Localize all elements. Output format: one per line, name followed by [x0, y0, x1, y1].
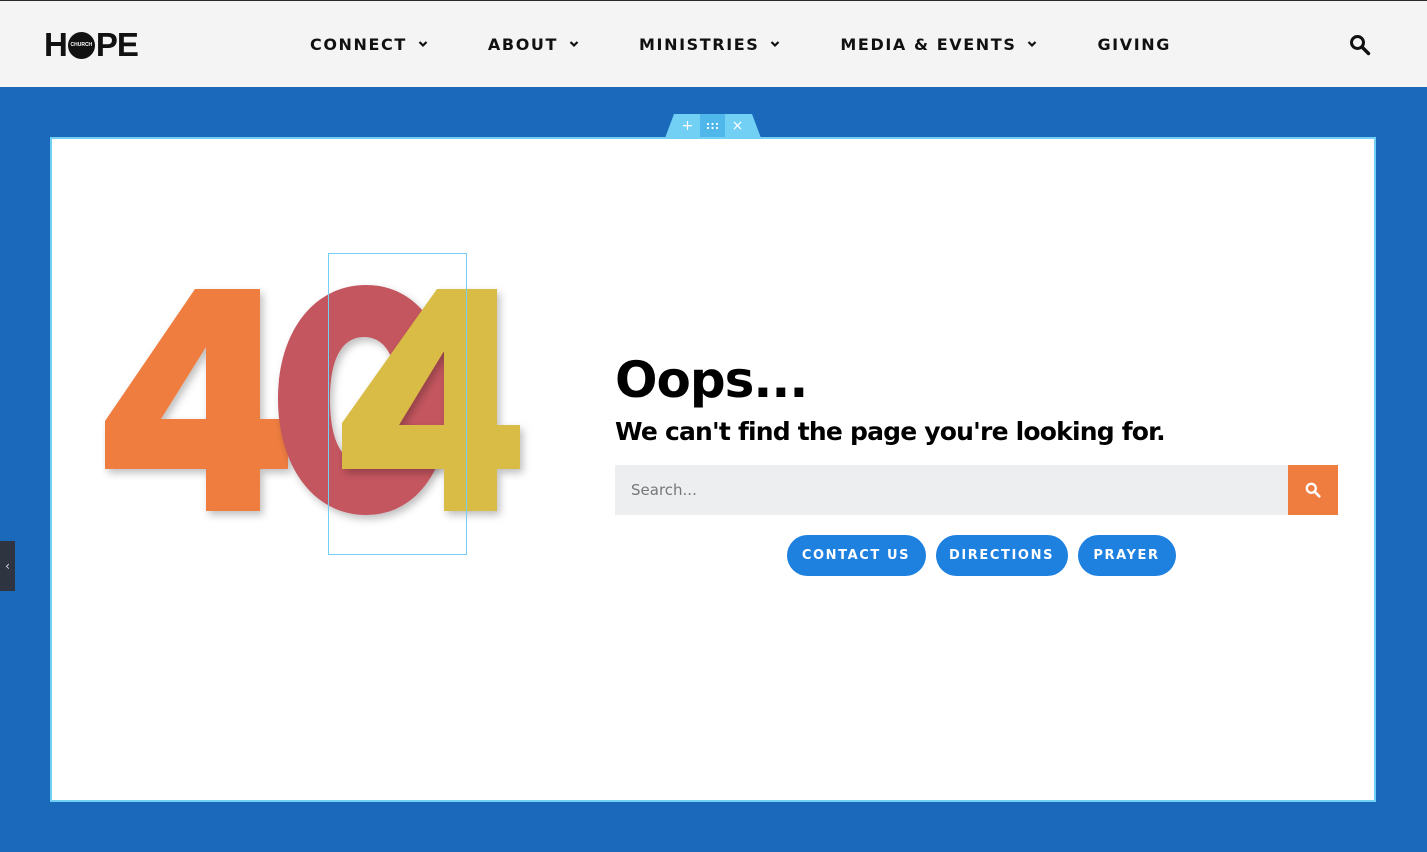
- search-input[interactable]: [615, 465, 1288, 515]
- chevron-down-icon: [771, 41, 780, 48]
- main-navigation: CONNECT ABOUT MINISTRIES MEDIA & EVENTS …: [310, 34, 1171, 54]
- close-icon: ×: [731, 118, 744, 134]
- prayer-button[interactable]: PRAYER: [1077, 535, 1176, 576]
- chevron-down-icon: [569, 41, 579, 48]
- section-edit-handle: + ×: [665, 114, 761, 138]
- search-icon[interactable]: [1349, 34, 1371, 56]
- delete-section-button[interactable]: ×: [725, 114, 750, 138]
- hope-church-logo[interactable]: H CHURCH PE: [44, 26, 139, 63]
- page-subtitle: We can't find the page you're looking fo…: [615, 417, 1166, 446]
- logo-small-text: CHURCH: [70, 42, 93, 48]
- logo-circle: CHURCH: [67, 31, 95, 59]
- logo-text-right: PE: [95, 26, 139, 63]
- chevron-down-icon: [1028, 41, 1037, 48]
- nav-item-media-events[interactable]: MEDIA & EVENTS: [840, 35, 1037, 54]
- selected-widget-outline: [328, 253, 467, 555]
- nav-label: MEDIA & EVENTS: [840, 34, 1017, 54]
- directions-button[interactable]: DIRECTIONS: [935, 535, 1068, 576]
- search-form: [615, 465, 1338, 515]
- nav-label: MINISTRIES: [639, 34, 760, 54]
- nav-label: GIVING: [1097, 34, 1171, 54]
- panel-collapse-toggle[interactable]: ‹: [0, 541, 15, 591]
- contact-us-button[interactable]: CONTACT US: [786, 535, 926, 576]
- nav-item-giving[interactable]: GIVING: [1097, 35, 1171, 54]
- chevron-down-icon: [418, 41, 428, 48]
- search-icon: [1305, 482, 1321, 498]
- nav-item-connect[interactable]: CONNECT: [310, 35, 428, 54]
- logo-text-left: H: [44, 26, 68, 63]
- nav-item-ministries[interactable]: MINISTRIES: [639, 35, 780, 54]
- digit-four-left: [105, 289, 288, 511]
- page-title: Oops...: [615, 351, 808, 409]
- action-buttons: CONTACT US DIRECTIONS PRAYER: [615, 535, 1338, 576]
- drag-handle-icon: [706, 122, 719, 130]
- add-icon: +: [681, 118, 694, 134]
- nav-label: CONNECT: [310, 34, 407, 54]
- chevron-left-icon: ‹: [5, 559, 10, 573]
- error-404-section: Oops... We can't find the page you're lo…: [50, 137, 1376, 802]
- move-section-button[interactable]: [700, 114, 725, 138]
- 404-illustration: [105, 285, 520, 515]
- nav-label: ABOUT: [487, 34, 559, 54]
- search-submit-button[interactable]: [1288, 465, 1338, 515]
- site-header: H CHURCH PE CONNECT ABOUT MINISTRIES MED…: [0, 0, 1427, 87]
- add-section-button[interactable]: +: [675, 114, 700, 138]
- nav-item-about[interactable]: ABOUT: [488, 35, 579, 54]
- error-content: Oops... We can't find the page you're lo…: [615, 351, 1338, 576]
